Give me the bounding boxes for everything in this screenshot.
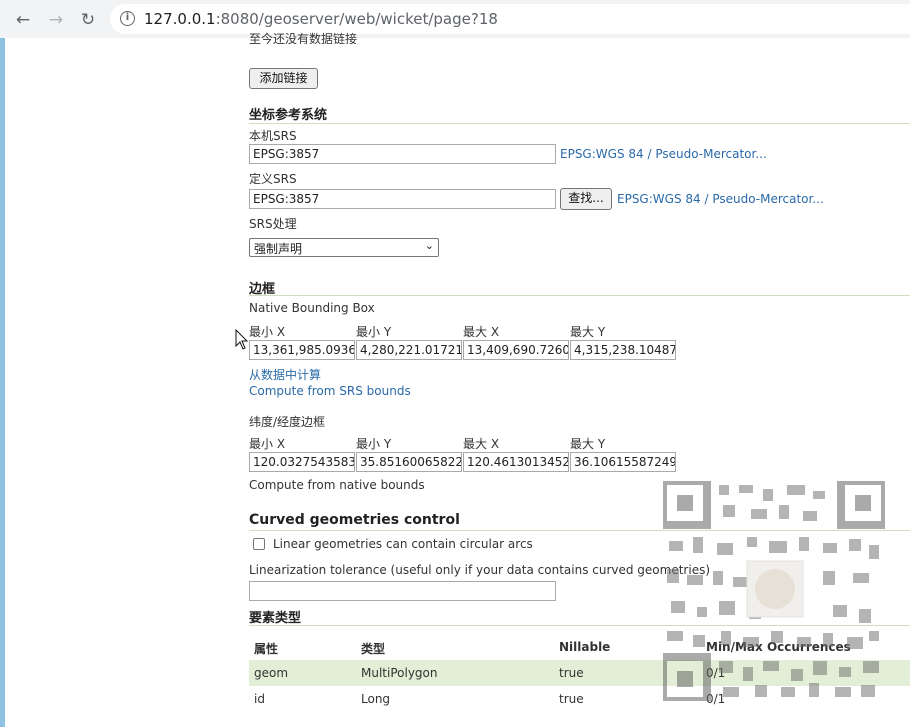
native-srs-link[interactable]: EPSG:WGS 84 / Pseudo-Mercator...: [560, 147, 767, 161]
col-header-nillable: Nillable: [559, 640, 611, 654]
declared-srs-label: 定义SRS: [249, 172, 297, 186]
latlon-maxx-label: 最大 X: [463, 437, 500, 451]
latlon-maxy-input[interactable]: 36.1061558724944: [570, 452, 676, 472]
add-link-button[interactable]: 添加链接: [249, 68, 318, 89]
row-type: MultiPolygon: [361, 666, 438, 680]
srs-handling-label: SRS处理: [249, 217, 297, 231]
tolerance-label: Linearization tolerance (useful only if …: [249, 563, 711, 577]
native-miny-input[interactable]: 4,280,221.017217: [356, 340, 462, 360]
url-text: 127.0.0.1:8080/geoserver/web/wicket/page…: [144, 10, 498, 28]
qr-code-watermark: [663, 481, 885, 701]
circular-arcs-label: Linear geometries can contain circular a…: [273, 537, 533, 551]
section-divider: [249, 123, 910, 124]
row-attr: geom: [254, 666, 289, 680]
latlon-miny-label: 最小 Y: [356, 437, 392, 451]
feature-type-heading: 要素类型: [249, 611, 302, 626]
address-bar[interactable]: i 127.0.0.1:8080/geoserver/web/wicket/pa…: [110, 4, 910, 34]
row-nillable: true: [559, 692, 584, 706]
native-srs-label: 本机SRS: [249, 129, 297, 143]
chevron-down-icon: ⌄: [424, 239, 434, 252]
crs-heading: 坐标参考系统: [249, 108, 328, 123]
find-srs-button[interactable]: 查找...: [560, 188, 612, 210]
browser-toolbar: ← → ↻ i 127.0.0.1:8080/geoserver/web/wic…: [0, 0, 910, 38]
site-info-icon[interactable]: i: [120, 11, 135, 26]
native-miny-label: 最小 Y: [356, 325, 392, 339]
srs-handling-value: 强制声明: [254, 242, 303, 256]
native-maxx-input[interactable]: 13,409,690.726046: [463, 340, 569, 360]
forward-arrow-icon[interactable]: →: [45, 9, 67, 31]
native-maxy-label: 最大 Y: [570, 325, 606, 339]
tolerance-input[interactable]: [249, 581, 556, 601]
back-arrow-icon[interactable]: ←: [12, 9, 34, 31]
native-minx-label: 最小 X: [249, 325, 286, 339]
row-type: Long: [361, 692, 391, 706]
native-bbox-label: Native Bounding Box: [249, 301, 375, 315]
srs-handling-select[interactable]: 强制声明 ⌄: [249, 238, 439, 257]
row-attr: id: [254, 692, 265, 706]
latlon-miny-input[interactable]: 35.851600658229: [356, 452, 462, 472]
latlon-maxx-input[interactable]: 120.46130134523: [463, 452, 569, 472]
no-links-text: 至今还没有数据链接: [249, 32, 358, 44]
latlon-bbox-label: 纬度/经度边框: [249, 415, 326, 429]
circular-arcs-checkbox[interactable]: [253, 538, 265, 550]
left-sidebar-edge: [0, 38, 5, 727]
latlon-minx-input[interactable]: 120.03275435837: [249, 452, 355, 472]
latlon-minx-label: 最小 X: [249, 437, 286, 451]
native-srs-input[interactable]: EPSG:3857: [249, 144, 556, 164]
curved-heading: Curved geometries control: [249, 512, 460, 528]
section-divider: [249, 295, 910, 296]
mouse-cursor-icon: [235, 329, 249, 350]
native-minx-input[interactable]: 13,361,985.093688: [249, 340, 355, 360]
row-nillable: true: [559, 666, 584, 680]
latlon-maxy-label: 最大 Y: [570, 437, 606, 451]
reload-icon[interactable]: ↻: [77, 9, 99, 31]
declared-srs-input[interactable]: EPSG:3857: [249, 189, 556, 209]
col-header-attribute: 属性: [254, 642, 279, 656]
declared-srs-link[interactable]: EPSG:WGS 84 / Pseudo-Mercator...: [617, 192, 824, 206]
compute-from-native-text: Compute from native bounds: [249, 478, 425, 492]
native-maxx-label: 最大 X: [463, 325, 500, 339]
native-maxy-input[interactable]: 4,315,238.104872: [570, 340, 676, 360]
compute-from-data-link[interactable]: 从数据中计算: [249, 366, 321, 383]
compute-from-srs-link[interactable]: Compute from SRS bounds: [249, 384, 411, 398]
col-header-type: 类型: [361, 642, 386, 656]
